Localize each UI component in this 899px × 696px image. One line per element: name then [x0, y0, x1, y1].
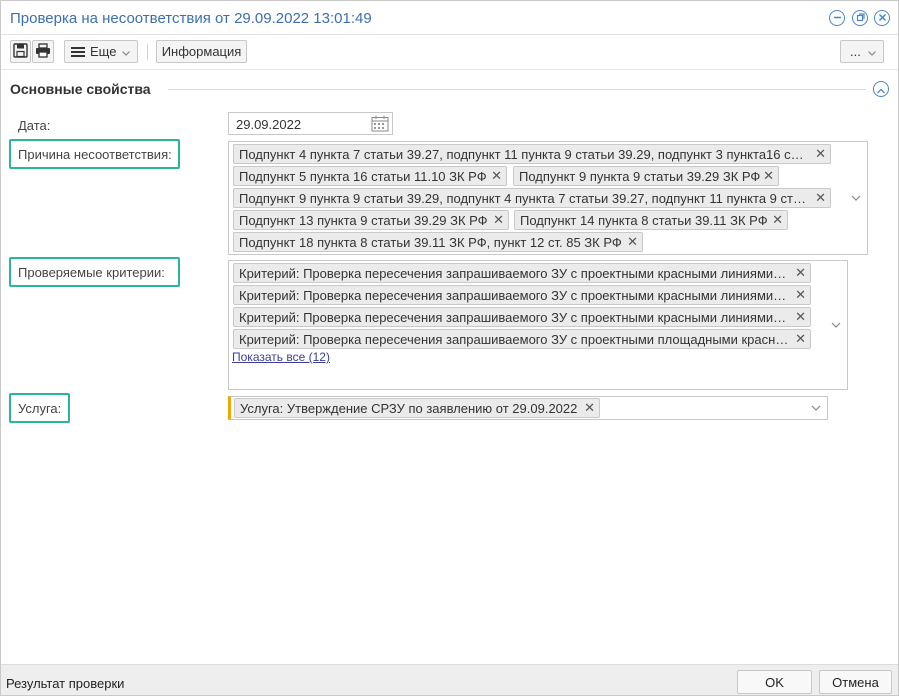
- toolbar: Еще Информация ...: [1, 36, 898, 70]
- remove-tag-icon[interactable]: ✕: [795, 265, 806, 281]
- date-field[interactable]: 29.09.2022: [228, 112, 393, 135]
- reason-tag: Подпункт 9 пункта 9 статьи 39.29, подпун…: [233, 188, 831, 208]
- date-label: Дата:: [18, 118, 51, 133]
- service-label: Услуга:: [18, 401, 62, 416]
- service-field[interactable]: Услуга: Утверждение СРЗУ по заявлению от…: [228, 396, 828, 420]
- remove-tag-icon[interactable]: ✕: [763, 168, 774, 184]
- toolbar-separator: [147, 44, 148, 60]
- reason-tag: Подпункт 5 пункта 16 статьи 11.10 ЗК РФ …: [233, 166, 507, 186]
- more-menu-button[interactable]: Еще: [64, 40, 138, 63]
- criteria-tag: Критерий: Проверка пересечения запрашива…: [233, 285, 811, 305]
- footer-title: Результат проверки: [6, 676, 125, 691]
- chevron-up-icon: [876, 84, 886, 99]
- calendar-icon[interactable]: [371, 115, 389, 132]
- remove-tag-icon[interactable]: ✕: [795, 331, 806, 347]
- chevron-down-icon: [867, 46, 877, 61]
- service-tag: Услуга: Утверждение СРЗУ по заявлению от…: [234, 398, 600, 418]
- criteria-label: Проверяемые критерии:: [18, 265, 165, 280]
- remove-tag-icon[interactable]: ✕: [584, 400, 595, 416]
- print-button[interactable]: [32, 40, 54, 63]
- reason-tag: Подпункт 9 пункта 9 статьи 39.29 ЗК РФ ✕: [513, 166, 779, 186]
- reason-tag: Подпункт 4 пункта 7 статьи 39.27, подпун…: [233, 144, 831, 164]
- reason-tag: Подпункт 13 пункта 9 статьи 39.29 ЗК РФ …: [233, 210, 509, 230]
- reason-tagbox[interactable]: Подпункт 4 пункта 7 статьи 39.27, подпун…: [228, 141, 868, 255]
- date-value: 29.09.2022: [236, 117, 302, 132]
- remove-tag-icon[interactable]: ✕: [815, 146, 826, 162]
- remove-tag-icon[interactable]: ✕: [493, 212, 504, 228]
- remove-tag-icon[interactable]: ✕: [795, 309, 806, 325]
- section-title: Основные свойства: [10, 81, 151, 97]
- remove-tag-icon[interactable]: ✕: [815, 190, 826, 206]
- extra-menu-button[interactable]: ...: [840, 40, 884, 63]
- print-icon: [35, 42, 51, 61]
- reason-label: Причина несоответствия:: [18, 147, 172, 162]
- title-bar: Проверка на несоответствия от 29.09.2022…: [1, 1, 898, 35]
- info-button[interactable]: Информация: [156, 40, 247, 63]
- save-button[interactable]: [10, 40, 31, 63]
- dialog-window: Проверка на несоответствия от 29.09.2022…: [0, 0, 899, 696]
- window-title: Проверка на несоответствия от 29.09.2022…: [10, 10, 372, 27]
- show-all-criteria-link[interactable]: Показать все (12): [232, 350, 330, 364]
- chevron-down-icon[interactable]: [810, 402, 822, 414]
- chevron-down-icon: [121, 46, 131, 61]
- collapse-section-button[interactable]: [873, 81, 889, 97]
- ok-button[interactable]: OK: [737, 670, 812, 694]
- criteria-tag: Критерий: Проверка пересечения запрашива…: [233, 307, 811, 327]
- reason-tag: Подпункт 18 пункта 8 статьи 39.11 ЗК РФ,…: [233, 232, 643, 252]
- criteria-tag: Критерий: Проверка пересечения запрашива…: [233, 263, 811, 283]
- menu-icon: [70, 45, 86, 59]
- reason-tag: Подпункт 14 пункта 8 статьи 39.11 ЗК РФ …: [514, 210, 788, 230]
- criteria-tagbox[interactable]: Критерий: Проверка пересечения запрашива…: [228, 260, 848, 390]
- minimize-icon[interactable]: [829, 10, 845, 26]
- remove-tag-icon[interactable]: ✕: [795, 287, 806, 303]
- chevron-down-icon[interactable]: [850, 192, 862, 204]
- extra-label: ...: [850, 44, 861, 59]
- chevron-down-icon[interactable]: [830, 319, 842, 331]
- close-icon[interactable]: [874, 10, 890, 26]
- save-icon: [13, 42, 28, 61]
- remove-tag-icon[interactable]: ✕: [627, 234, 638, 250]
- criteria-tag: Критерий: Проверка пересечения запрашива…: [233, 329, 811, 349]
- cancel-button[interactable]: Отмена: [819, 670, 892, 694]
- restore-icon[interactable]: [852, 10, 868, 26]
- remove-tag-icon[interactable]: ✕: [491, 168, 502, 184]
- more-label: Еще: [90, 44, 117, 59]
- footer-bar: Результат проверки OK Отмена: [1, 664, 898, 695]
- section-divider: [168, 89, 866, 90]
- remove-tag-icon[interactable]: ✕: [772, 212, 783, 228]
